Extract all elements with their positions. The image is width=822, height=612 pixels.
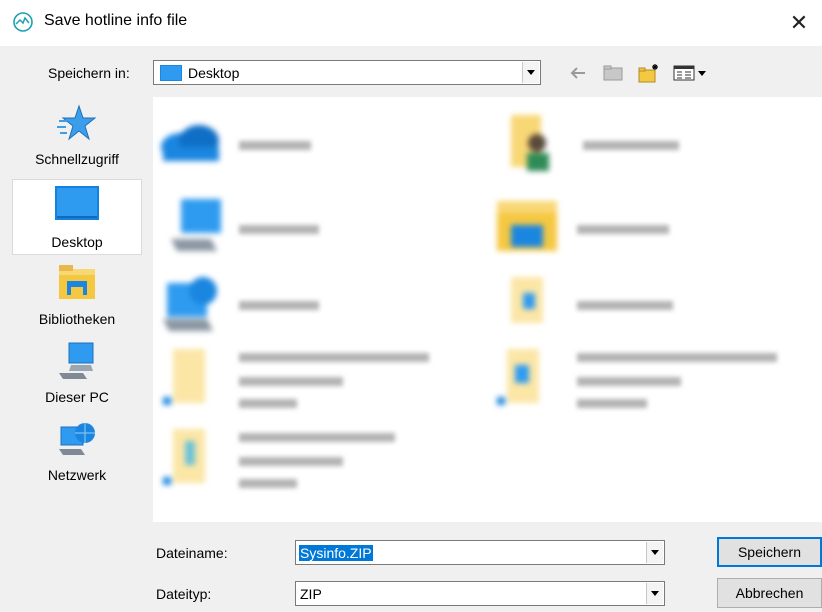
list-item[interactable] [159, 427, 449, 497]
this-pc-icon [171, 199, 221, 251]
place-bibliotheken[interactable]: Bibliotheken [12, 257, 142, 333]
filetype-value: ZIP [300, 585, 322, 602]
up-folder-button[interactable] [601, 61, 625, 85]
place-label: Desktop [51, 234, 103, 250]
place-label: Netzwerk [47, 467, 107, 483]
place-label: Dieser PC [45, 389, 109, 405]
computer-icon [59, 342, 94, 379]
filename-input[interactable]: Sysinfo.ZIP [295, 540, 665, 565]
place-schnellzugriff[interactable]: Schnellzugriff [12, 97, 142, 173]
save-in-value: Desktop [188, 64, 240, 81]
list-item[interactable] [505, 273, 705, 335]
place-netzwerk[interactable]: Netzwerk [12, 413, 142, 489]
desktop-icon [160, 64, 182, 81]
list-item[interactable] [159, 113, 359, 173]
shortcut-file-icon [163, 349, 205, 405]
back-arrow-icon [570, 67, 585, 79]
shortcut-file-icon [497, 349, 539, 405]
save-button[interactable]: Speichern [717, 537, 822, 567]
file-list[interactable] [153, 97, 822, 522]
filename-value: Sysinfo.ZIP [299, 544, 373, 561]
user-folder-icon [511, 115, 549, 171]
place-label: Bibliotheken [38, 311, 116, 327]
shortcut-file-icon [163, 429, 205, 485]
list-item[interactable] [493, 195, 693, 257]
onedrive-icon [161, 125, 219, 161]
chevron-down-icon[interactable] [646, 542, 663, 563]
network-folder-icon [163, 277, 217, 331]
list-item[interactable] [159, 347, 449, 417]
new-folder-icon [638, 64, 658, 83]
save-in-dropdown[interactable]: Desktop [153, 60, 541, 85]
new-folder-button[interactable] [637, 61, 661, 85]
save-in-label: Speichern in: [48, 65, 130, 81]
view-menu-button[interactable] [670, 61, 710, 85]
up-folder-icon [603, 65, 623, 81]
view-menu-icon [673, 65, 706, 81]
place-desktop[interactable]: Desktop [12, 179, 142, 255]
list-item[interactable] [503, 113, 703, 183]
place-label: Schnellzugriff [35, 151, 119, 167]
filetype-label: Dateityp: [156, 586, 212, 602]
list-item[interactable] [163, 273, 363, 335]
app-icon [13, 12, 33, 32]
chevron-down-icon[interactable] [522, 62, 539, 83]
place-dieser-pc[interactable]: Dieser PC [12, 335, 142, 411]
back-button[interactable] [566, 61, 590, 85]
libraries-icon [59, 265, 95, 299]
star-icon [57, 104, 97, 141]
shortcut-file-icon [511, 277, 543, 323]
filetype-dropdown[interactable]: ZIP [295, 581, 665, 606]
places-bar: Schnellzugriff Desktop Bibliotheken Dies… [12, 97, 142, 527]
libraries-folder-icon [497, 201, 557, 251]
title-bar: Save hotline info file ✕ [0, 0, 822, 46]
network-icon [59, 423, 95, 455]
chevron-down-icon[interactable] [646, 583, 663, 604]
list-item[interactable] [493, 347, 793, 417]
desktop-icon [55, 186, 99, 220]
list-item[interactable] [171, 195, 371, 257]
window-title: Save hotline info file [44, 12, 188, 29]
filename-label: Dateiname: [156, 545, 228, 561]
close-button[interactable]: ✕ [776, 0, 822, 46]
close-icon: ✕ [789, 10, 809, 35]
cancel-button[interactable]: Abbrechen [717, 578, 822, 608]
